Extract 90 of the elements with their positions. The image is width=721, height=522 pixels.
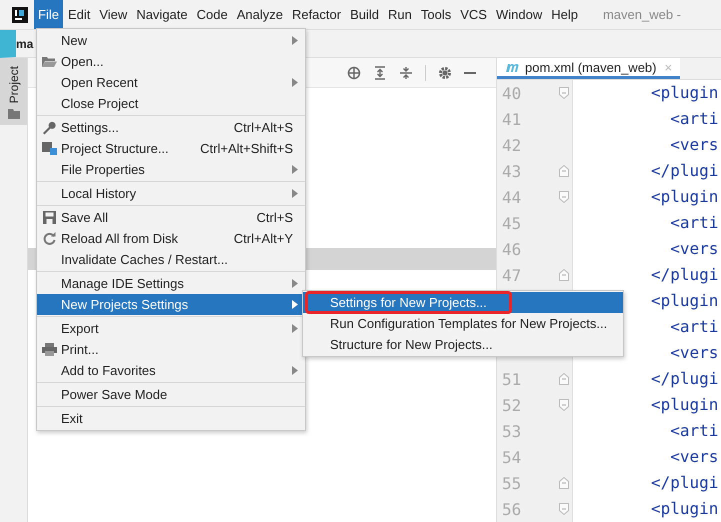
line-number: 55 bbox=[502, 474, 522, 492]
menu-item[interactable]: File bbox=[34, 0, 63, 29]
line-number: 44 bbox=[502, 188, 522, 206]
structure-icon bbox=[42, 142, 56, 155]
line-number: 51 bbox=[502, 370, 522, 388]
code-line: <plugin bbox=[651, 82, 718, 104]
fold-marker-icon[interactable] bbox=[559, 165, 569, 177]
wrench-icon bbox=[42, 120, 56, 134]
line-number: 42 bbox=[502, 136, 522, 154]
folder-icon bbox=[8, 109, 20, 120]
code-line: </plugi bbox=[651, 368, 718, 390]
menu-entry[interactable]: Structure for New Projects... bbox=[303, 334, 623, 355]
code-line: <plugin bbox=[651, 186, 718, 208]
menu-item[interactable]: Window bbox=[492, 0, 546, 29]
menu-entry[interactable]: Project Structure... Ctrl+Alt+Shift+S bbox=[37, 138, 305, 159]
code-line: <plugin bbox=[651, 290, 718, 312]
menu-entry[interactable]: Exit bbox=[37, 408, 305, 429]
code-line: <vers bbox=[669, 238, 718, 260]
editor-tab[interactable]: pom.xml (maven_web) × bbox=[497, 58, 680, 79]
menu-entry[interactable]: Settings for New Projects... bbox=[303, 292, 623, 313]
line-number: 56 bbox=[502, 500, 522, 518]
app-logo-icon[interactable] bbox=[12, 6, 28, 22]
line-number: 54 bbox=[502, 448, 522, 466]
fold-marker-icon[interactable] bbox=[559, 269, 569, 281]
menu-entry[interactable]: Open... bbox=[37, 51, 305, 72]
line-number: 41 bbox=[502, 110, 522, 128]
menu-entry[interactable]: Save All Ctrl+S bbox=[37, 207, 305, 228]
line-number: 40 bbox=[502, 84, 522, 102]
menu-item[interactable]: Edit bbox=[64, 0, 94, 29]
line-number: 52 bbox=[502, 396, 522, 414]
printer-icon bbox=[42, 343, 56, 356]
menu-entry[interactable]: New Projects Settings bbox=[37, 294, 305, 315]
fold-marker-icon[interactable] bbox=[559, 477, 569, 489]
save-icon bbox=[42, 211, 56, 224]
code-line: <vers bbox=[669, 134, 718, 156]
menu-entry[interactable]: Local History bbox=[37, 183, 305, 204]
fold-marker-icon[interactable] bbox=[559, 373, 569, 385]
menu-entry[interactable]: Reload All from Disk Ctrl+Alt+Y bbox=[37, 228, 305, 249]
menu-item[interactable]: Help bbox=[547, 0, 582, 29]
project-tab[interactable]: Project bbox=[0, 58, 27, 126]
menu-entry[interactable]: Invalidate Caches / Restart... bbox=[37, 249, 305, 270]
code-line: <arti bbox=[669, 420, 718, 442]
menu-item[interactable]: Tools bbox=[416, 0, 456, 29]
line-number: 45 bbox=[502, 214, 522, 232]
menu-entry[interactable]: Manage IDE Settings bbox=[37, 273, 305, 294]
fold-marker-icon[interactable] bbox=[559, 87, 569, 99]
menu-item[interactable]: Build bbox=[346, 0, 384, 29]
menu-entry[interactable]: Run Configuration Templates for New Projects... bbox=[303, 313, 623, 334]
menu-item[interactable]: Run bbox=[384, 0, 416, 29]
maven-file-icon bbox=[505, 61, 521, 73]
menu-entry[interactable]: Export bbox=[37, 318, 305, 339]
reload-icon bbox=[42, 232, 56, 245]
menu-entry[interactable]: Close Project bbox=[37, 93, 305, 114]
menu-entry[interactable]: New bbox=[37, 30, 305, 51]
menu-item[interactable]: Refactor bbox=[288, 0, 346, 29]
folder-icon bbox=[42, 56, 56, 68]
line-number: 46 bbox=[502, 240, 522, 258]
collapse-all-icon[interactable] bbox=[399, 66, 413, 80]
fold-marker-icon[interactable] bbox=[559, 399, 569, 411]
menu-item[interactable]: Analyze bbox=[232, 0, 287, 29]
code-line: </plugi bbox=[651, 472, 718, 494]
menu-entry[interactable]: Settings... Ctrl+Alt+S bbox=[37, 117, 305, 138]
breadcrumb[interactable]: ma bbox=[16, 36, 34, 50]
menu-item[interactable]: Navigate bbox=[132, 0, 192, 29]
code-line: </plugi bbox=[651, 160, 718, 182]
code-line: <arti bbox=[669, 212, 718, 234]
window-title: maven_web - bbox=[602, 7, 682, 22]
fold-marker-icon[interactable] bbox=[559, 191, 569, 203]
code-line: <arti bbox=[669, 108, 718, 130]
locate-icon[interactable] bbox=[347, 66, 361, 80]
line-number: 47 bbox=[502, 266, 522, 284]
code-line: <plugin bbox=[651, 498, 718, 520]
menu-entry[interactable]: Add to Favorites bbox=[37, 360, 305, 381]
menu-entry[interactable]: Open Recent bbox=[37, 72, 305, 93]
code-line: <vers bbox=[669, 446, 718, 468]
menu-entry[interactable]: Print... bbox=[37, 339, 305, 360]
menu-item[interactable]: Code bbox=[192, 0, 232, 29]
menu-item[interactable]: VCS bbox=[456, 0, 491, 29]
menu-item[interactable]: View bbox=[95, 0, 132, 29]
line-number: 43 bbox=[502, 162, 522, 180]
expand-all-icon[interactable] bbox=[373, 66, 387, 80]
code-line: </plugi bbox=[651, 264, 718, 286]
settings-icon[interactable] bbox=[438, 66, 452, 80]
code-line: <arti bbox=[669, 316, 718, 338]
line-number: 53 bbox=[502, 422, 522, 440]
menu-entry[interactable]: Power Save Mode bbox=[37, 384, 305, 405]
fold-marker-icon[interactable] bbox=[559, 503, 569, 515]
menu-entry[interactable]: File Properties bbox=[37, 159, 305, 180]
code-line: <vers bbox=[669, 342, 718, 364]
code-line: <plugin bbox=[651, 394, 718, 416]
